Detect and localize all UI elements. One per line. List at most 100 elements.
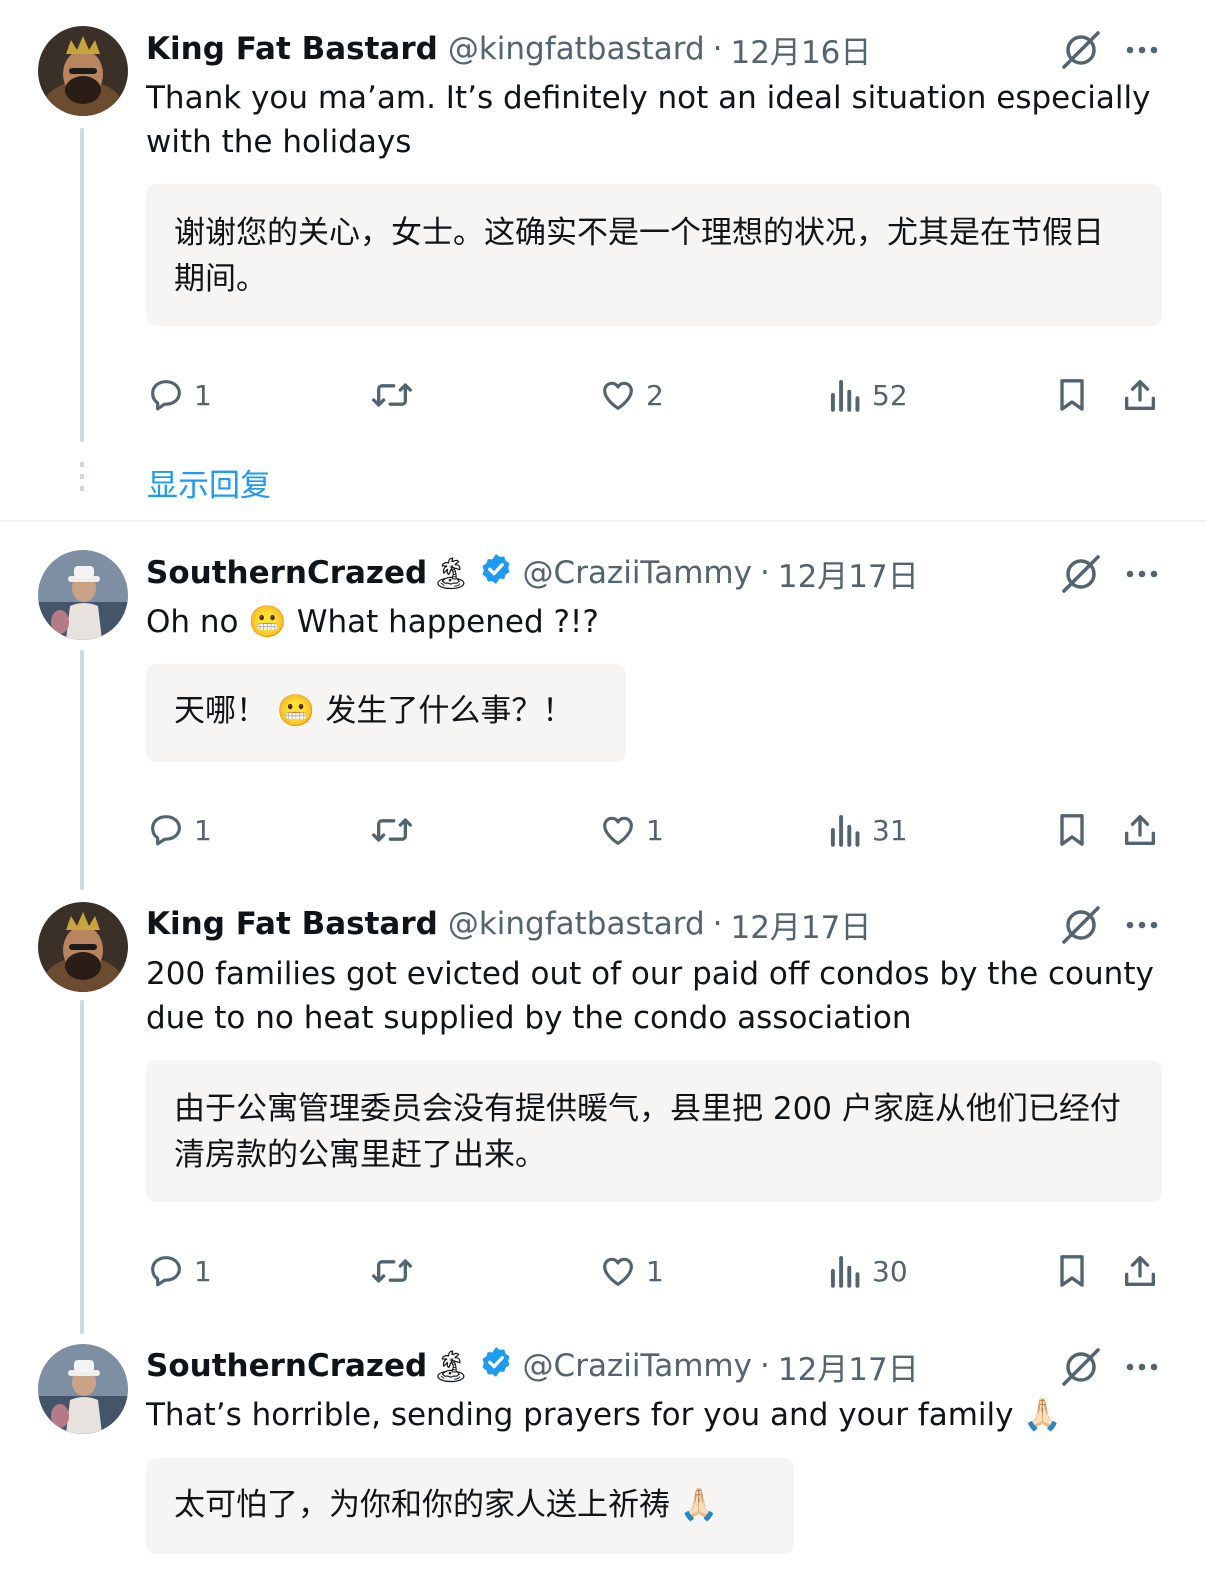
share-icon <box>1125 815 1155 845</box>
verified-badge-icon <box>479 1345 513 1387</box>
tweet-text-part: What happened ?!? <box>296 604 599 640</box>
tweet-header: King Fat Bastard @kingfatbastard · 12月16… <box>146 27 1056 71</box>
more-icon[interactable] <box>1122 29 1162 71</box>
views-button[interactable]: 31 <box>828 805 908 855</box>
author-handle[interactable]: @kingfatbastard <box>448 31 705 67</box>
praying-hands-emoji: 🙏🏻 <box>1023 1397 1062 1433</box>
bookmark-button[interactable] <box>1052 370 1092 420</box>
grimace-emoji: 😬 <box>248 604 287 640</box>
bookmark-button[interactable] <box>1052 805 1092 855</box>
author-name[interactable]: King Fat Bastard <box>146 906 438 942</box>
more-icon[interactable] <box>1122 1346 1162 1388</box>
avatar[interactable] <box>38 26 128 116</box>
views-icon <box>830 379 860 412</box>
like-button[interactable]: 1 <box>598 1246 664 1296</box>
translation-box: 谢谢您的关心，女士。这确实不是一个理想的状况，尤其是在节假日期间。 <box>146 184 1162 326</box>
like-button[interactable]: 2 <box>598 370 664 420</box>
more-icon[interactable] <box>1122 904 1162 946</box>
like-count: 2 <box>646 378 664 412</box>
views-count: 52 <box>872 378 908 412</box>
like-count: 1 <box>646 813 664 847</box>
author-handle[interactable]: @CraziiTammy <box>523 555 752 591</box>
like-icon <box>603 1257 633 1286</box>
views-count: 31 <box>872 813 908 847</box>
tweet-text: That’s horrible, sending prayers for you… <box>146 1393 1156 1437</box>
tweet-text: 200 families got evicted out of our paid… <box>146 956 1154 1036</box>
translation-text: 太可怕了，为你和你的家人送上祈祷 <box>174 1487 670 1523</box>
views-icon <box>830 1255 860 1288</box>
share-icon <box>1125 380 1155 410</box>
share-icon <box>1125 1256 1155 1286</box>
author-name[interactable]: SouthernCrazed <box>146 555 427 591</box>
translation-box: 由于公寓管理委员会没有提供暖气，县里把 200 户家庭从他们已经付清房款的公寓里… <box>146 1060 1162 1202</box>
praying-hands-emoji: 🙏🏻 <box>679 1487 719 1523</box>
grok-icon[interactable] <box>1060 904 1102 946</box>
retweet-button[interactable] <box>370 805 414 855</box>
retweet-button[interactable] <box>370 1246 414 1296</box>
divider <box>0 520 1206 522</box>
tweet-text: Oh no 😬 What happened ?!? <box>146 600 1156 644</box>
grok-icon[interactable] <box>1060 553 1102 595</box>
like-button[interactable]: 1 <box>598 805 664 855</box>
translation-box: 太可怕了，为你和你的家人送上祈祷 🙏🏻 <box>146 1458 794 1554</box>
translation-text: 由于公寓管理委员会没有提供暖气，县里把 200 户家庭从他们已经付清房款的公寓里… <box>174 1091 1121 1173</box>
avatar[interactable] <box>38 1344 128 1434</box>
action-bar: 1 1 31 <box>146 805 1162 855</box>
thread-line <box>80 1000 84 1334</box>
bookmark-button[interactable] <box>1052 1246 1092 1296</box>
thread-line <box>80 128 84 442</box>
like-count: 1 <box>646 1254 664 1288</box>
more-icon[interactable] <box>1122 553 1162 595</box>
retweet-button[interactable] <box>370 370 414 420</box>
show-replies-link[interactable]: 显示回复 <box>147 460 271 505</box>
author-handle[interactable]: @kingfatbastard <box>448 906 705 942</box>
retweet-icon <box>371 383 412 407</box>
views-button[interactable]: 52 <box>828 370 908 420</box>
island-emoji: 🏝 <box>431 555 471 592</box>
translation-text: 谢谢您的关心，女士。这确实不是一个理想的状况，尤其是在节假日期间。 <box>174 215 1104 297</box>
author-handle[interactable]: @CraziiTammy <box>523 1348 752 1384</box>
tweet-header: SouthernCrazed 🏝 @CraziiTammy · 12月17日 <box>146 551 1056 595</box>
tweet-header: SouthernCrazed 🏝 @CraziiTammy · 12月17日 <box>146 1344 1056 1388</box>
tweet-header: King Fat Bastard @kingfatbastard · 12月17… <box>146 902 1056 946</box>
separator: · <box>759 555 770 591</box>
share-button[interactable] <box>1120 805 1160 855</box>
views-icon <box>830 814 860 847</box>
tweet-date[interactable]: 12月17日 <box>778 551 919 596</box>
thread-line <box>80 650 84 890</box>
action-bar: 1 2 52 <box>146 370 1162 420</box>
reply-button[interactable]: 1 <box>146 1246 212 1296</box>
tweet-date[interactable]: 12月17日 <box>730 902 871 947</box>
reply-icon <box>151 380 181 411</box>
grok-icon[interactable] <box>1060 1346 1102 1388</box>
author-name[interactable]: King Fat Bastard <box>146 31 438 67</box>
tweet-text: Thank you ma’am. It’s definitely not an … <box>146 80 1151 160</box>
views-button[interactable]: 30 <box>828 1246 908 1296</box>
translation-box: 天哪！ 😬 发生了什么事？！ <box>146 664 626 762</box>
separator: · <box>759 1348 770 1384</box>
reply-icon <box>151 1256 181 1287</box>
share-button[interactable] <box>1120 1246 1160 1296</box>
views-count: 30 <box>872 1254 908 1288</box>
tweet-date[interactable]: 12月16日 <box>730 27 871 72</box>
island-emoji: 🏝 <box>431 1348 471 1385</box>
tweet-date[interactable]: 12月17日 <box>778 1344 919 1389</box>
avatar[interactable] <box>38 550 128 640</box>
translation-text-part: 天哪！ <box>174 693 267 729</box>
reply-count: 1 <box>194 1254 212 1288</box>
reply-button[interactable]: 1 <box>146 805 212 855</box>
bookmark-icon <box>1060 814 1084 846</box>
retweet-icon <box>371 1259 412 1283</box>
like-icon <box>603 381 633 410</box>
translation-text-part: 发生了什么事？！ <box>325 693 574 729</box>
author-name[interactable]: SouthernCrazed <box>146 1348 427 1384</box>
retweet-icon <box>371 818 412 842</box>
avatar[interactable] <box>38 902 128 992</box>
reply-button[interactable]: 1 <box>146 370 212 420</box>
share-button[interactable] <box>1120 370 1160 420</box>
grok-icon[interactable] <box>1060 29 1102 71</box>
action-bar: 1 1 30 <box>146 1246 1162 1296</box>
separator: · <box>712 31 723 67</box>
reply-icon <box>151 815 181 846</box>
reply-count: 1 <box>194 378 212 412</box>
